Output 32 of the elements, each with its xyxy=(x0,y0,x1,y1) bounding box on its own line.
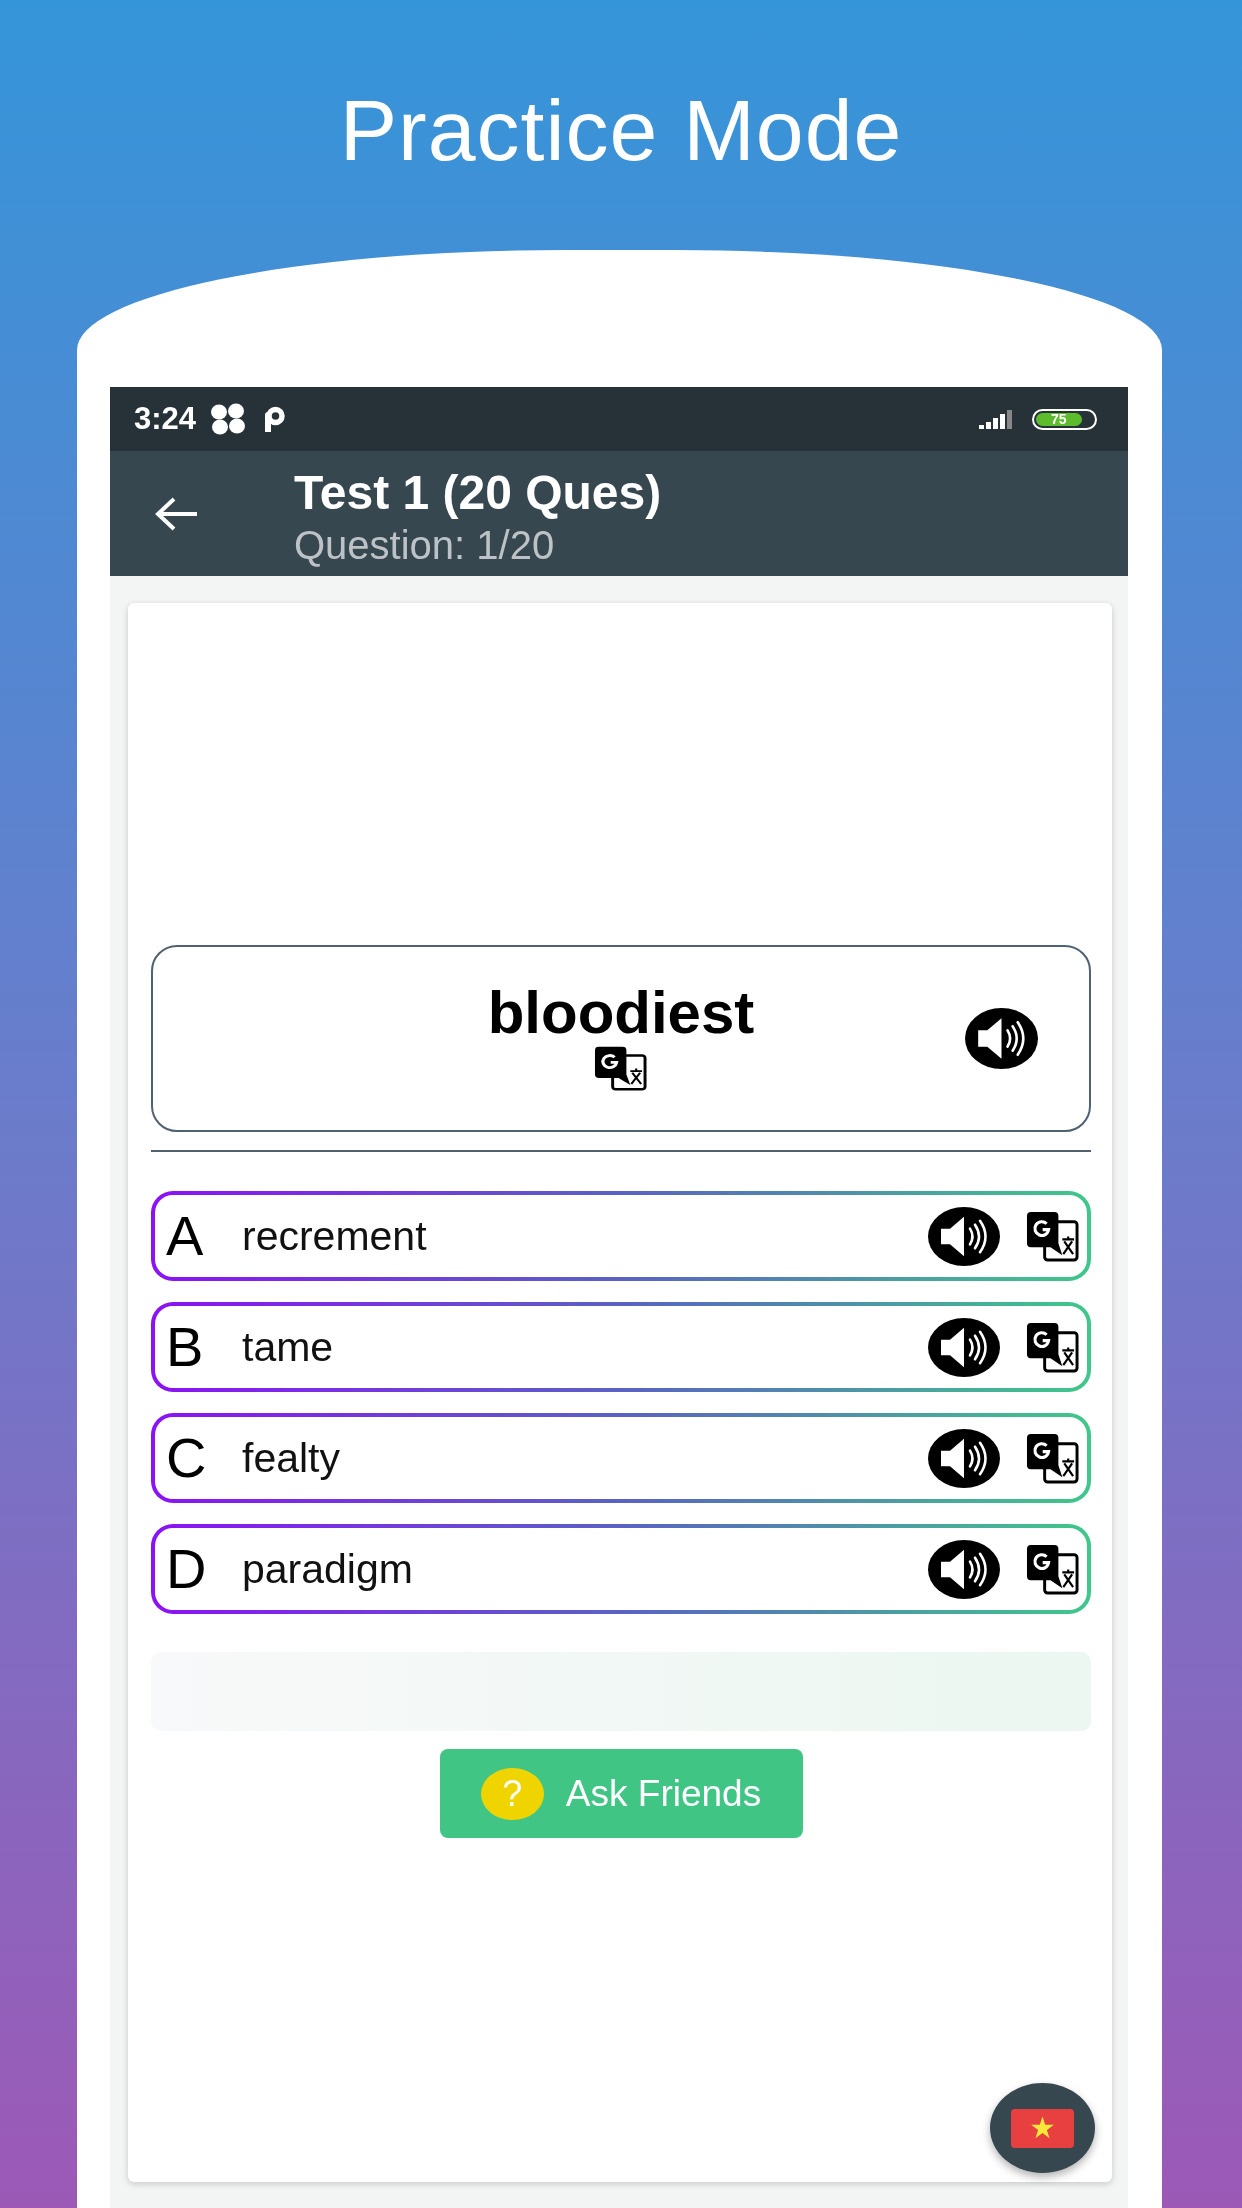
speaker-icon[interactable] xyxy=(928,1317,1000,1377)
option-text: recrement xyxy=(242,1212,428,1260)
translate-icon[interactable] xyxy=(594,1046,648,1091)
translate-icon[interactable] xyxy=(1026,1543,1079,1595)
fan-icon xyxy=(209,403,248,435)
page-title: Practice Mode xyxy=(339,87,903,173)
translate-icon[interactable] xyxy=(1026,1432,1079,1484)
speaker-icon[interactable] xyxy=(928,1428,1000,1488)
p-icon xyxy=(263,406,287,432)
option-text: fealty xyxy=(242,1434,341,1482)
option-letter: A xyxy=(166,1208,205,1264)
option-text: paradigm xyxy=(242,1545,414,1593)
translate-icon[interactable] xyxy=(1026,1210,1079,1262)
status-time: 3:24 xyxy=(134,401,197,437)
back-button[interactable] xyxy=(154,496,199,532)
speaker-icon[interactable] xyxy=(928,1539,1000,1599)
speaker-icon[interactable] xyxy=(928,1206,1000,1266)
question-word: bloodiest xyxy=(487,980,755,1046)
signal-icon xyxy=(979,409,1015,429)
speaker-icon[interactable] xyxy=(965,1008,1038,1069)
flag-icon xyxy=(1011,2108,1074,2148)
translate-icon[interactable] xyxy=(1026,1321,1079,1373)
app-bar-subtitle: Question: 1/20 xyxy=(294,522,556,568)
option-letter: D xyxy=(166,1541,208,1597)
battery-percent: 75 xyxy=(1036,412,1082,426)
option-letter: C xyxy=(166,1430,208,1486)
back-arrow-icon xyxy=(154,496,199,532)
language-button[interactable] xyxy=(990,2083,1095,2173)
app-bar-title: Test 1 (20 Ques) xyxy=(294,467,662,519)
option-letter: B xyxy=(166,1319,205,1375)
question-mark-icon: ? xyxy=(480,1767,544,1820)
option-text: tame xyxy=(242,1323,335,1371)
